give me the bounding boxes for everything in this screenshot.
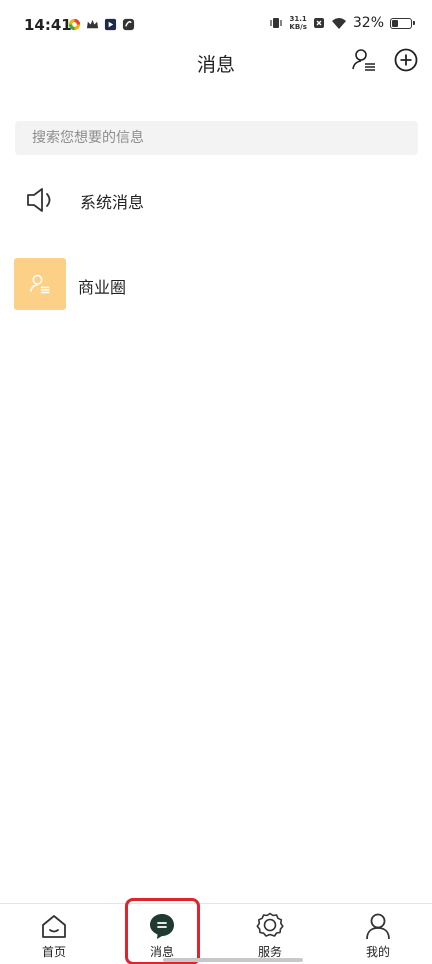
status-time: 14:41 (24, 16, 72, 34)
vibrate-icon (270, 18, 282, 28)
plus-circle-icon (394, 48, 418, 72)
profile-icon (366, 913, 390, 940)
video-app-icon (104, 18, 117, 31)
contacts-button[interactable] (350, 46, 378, 74)
nav-item-services[interactable]: 服务 (216, 904, 324, 964)
contacts-icon (29, 274, 50, 294)
home-indicator[interactable] (163, 958, 303, 962)
search-input[interactable] (32, 121, 412, 155)
crown-icon (86, 19, 99, 29)
home-icon (42, 915, 66, 938)
add-button[interactable] (392, 46, 420, 74)
speaker-icon (27, 188, 51, 212)
service-badge-icon (256, 912, 284, 937)
app-notification-icon (68, 18, 81, 31)
nav-item-home[interactable]: 首页 (0, 904, 108, 964)
battery-icon (390, 17, 415, 29)
notification-icons (68, 18, 135, 31)
search-bar[interactable] (15, 121, 418, 155)
system-icons: 31.1 KB/s 32% (269, 15, 415, 31)
sim-blocked-icon (313, 18, 324, 28)
list-item-business-circle[interactable]: 商业圈 (0, 256, 432, 314)
contacts-icon (352, 49, 375, 71)
bottom-nav: 首页 消息 服务 我的 (0, 903, 432, 964)
nav-label-home: 首页 (41, 945, 66, 959)
net-speed-value: 31.1 (289, 15, 307, 23)
header: 消息 (0, 40, 432, 84)
nav-item-profile[interactable]: 我的 (324, 904, 432, 964)
battery-percent: 32% (352, 15, 384, 31)
list-item-label: 商业圈 (78, 278, 127, 297)
wifi-icon (331, 17, 346, 29)
message-icon (150, 914, 174, 939)
sync-app-icon (122, 18, 135, 31)
battery-level (392, 19, 399, 27)
list-item-label: 系统消息 (80, 193, 145, 212)
net-speed: 31.1 KB/s (289, 15, 306, 31)
speaker-icon-wrap (24, 186, 56, 214)
nav-label-profile: 我的 (365, 945, 390, 959)
avatar (14, 258, 66, 310)
net-speed-unit: KB/s (289, 23, 307, 31)
nav-item-messages[interactable]: 消息 (108, 904, 216, 964)
list-item-system-messages[interactable]: 系统消息 (0, 174, 432, 226)
